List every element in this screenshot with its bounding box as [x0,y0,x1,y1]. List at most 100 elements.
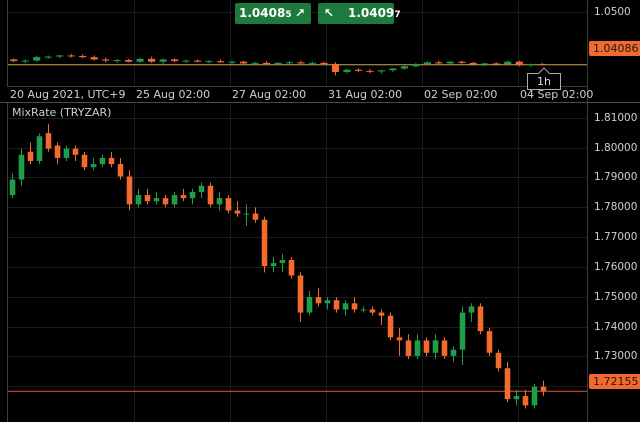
price-candle[interactable] [389,68,397,72]
price-candle[interactable] [527,63,535,67]
indicator-candle[interactable] [414,334,421,359]
price-candle[interactable] [297,60,305,64]
price-candle[interactable] [320,61,328,65]
indicator-candle[interactable] [36,133,43,165]
indicator-candle[interactable] [189,188,196,205]
indicator-candle[interactable] [540,380,547,397]
indicator-candle[interactable] [405,334,412,359]
price-candle[interactable] [136,57,144,63]
price-candle[interactable] [148,56,156,63]
indicator-candle[interactable] [396,328,403,356]
price-candle[interactable] [412,62,420,68]
indicator-candle[interactable] [432,334,439,359]
indicator-candle[interactable] [135,188,142,208]
indicator-candle[interactable] [207,182,214,208]
price-candle[interactable] [79,54,87,59]
price-candle[interactable] [205,60,213,64]
indicator-candle[interactable] [99,154,106,168]
indicator-candle[interactable] [216,191,223,211]
sell-button[interactable]: 1.04085 ↗ [235,3,311,24]
indicator-candle[interactable] [252,207,259,223]
indicator-candle[interactable] [315,287,322,307]
indicator-candle[interactable] [117,157,124,180]
indicator-candle[interactable] [261,216,268,273]
indicator-candle[interactable] [63,145,70,162]
price-candle[interactable] [67,53,75,58]
indicator-candle[interactable] [126,170,133,211]
price-candle[interactable] [90,55,98,61]
price-candle[interactable] [515,60,523,67]
indicator-candle[interactable] [162,195,169,208]
indicator-candle[interactable] [468,303,475,322]
indicator-candle[interactable] [324,297,331,310]
indicator-candle[interactable] [72,145,79,162]
indicator-candle[interactable] [531,383,538,409]
indicator-candle[interactable] [495,349,502,372]
indicator-candle[interactable] [270,256,277,273]
price-candle[interactable] [377,69,385,74]
price-candle[interactable] [458,60,466,64]
price-candle[interactable] [366,69,374,74]
indicator-candle[interactable] [423,337,430,356]
price-candle[interactable] [435,60,443,64]
indicator-candle[interactable] [306,290,313,316]
price-candle[interactable] [171,58,179,63]
price-candle[interactable] [216,59,225,63]
indicator-candle[interactable] [144,188,151,205]
indicator-candle[interactable] [441,337,448,359]
price-candle[interactable] [194,59,202,63]
indicator-candle[interactable] [342,300,349,316]
price-candle[interactable] [239,60,248,64]
price-candle[interactable] [354,68,362,72]
price-candle[interactable] [262,61,271,65]
price-candle[interactable] [102,57,110,63]
indicator-candle[interactable] [387,312,394,341]
indicator-candle[interactable] [90,157,97,171]
indicator-candle[interactable] [45,123,52,152]
buy-button[interactable]: ↖ 1.04097 [318,3,401,24]
indicator-candle[interactable] [27,142,34,165]
price-candle[interactable] [113,58,121,63]
indicator-candle[interactable] [225,195,232,214]
indicator-candle[interactable] [378,309,385,325]
indicator-candle[interactable] [333,297,340,313]
indicator-candle[interactable] [279,253,286,273]
price-candle[interactable] [33,56,41,62]
indicator-candle[interactable] [171,191,178,208]
candlestick-charts[interactable] [0,0,640,422]
indicator-candle[interactable] [477,303,484,335]
indicator-candle[interactable] [180,188,187,202]
indicator-candle[interactable] [9,173,16,199]
price-candle[interactable] [400,65,408,70]
price-candle[interactable] [285,61,294,64]
price-candle[interactable] [446,61,454,65]
indicator-candle[interactable] [504,362,511,403]
indicator-candle[interactable] [153,191,160,205]
indicator-candle[interactable] [198,182,205,199]
price-candle[interactable] [44,55,52,59]
price-candle[interactable] [125,58,133,63]
indicator-candle[interactable] [486,328,493,356]
indicator-candle[interactable] [459,306,466,366]
indicator-candle[interactable] [369,306,376,316]
indicator-candle[interactable] [297,272,304,322]
price-candle[interactable] [21,59,29,64]
indicator-candle[interactable] [81,151,88,171]
indicator-candle[interactable] [234,201,241,217]
price-candle[interactable] [56,54,64,59]
indicator-candle[interactable] [450,346,457,363]
indicator-candle[interactable] [18,148,25,186]
indicator-candle[interactable] [522,389,529,409]
indicator-candle[interactable] [513,389,520,406]
indicator-candle[interactable] [288,256,295,279]
price-candle[interactable] [10,58,18,63]
price-candle[interactable] [331,62,340,76]
indicator-candle[interactable] [360,306,367,313]
price-candle[interactable] [481,62,489,67]
indicator-candle[interactable] [243,204,250,226]
price-candle[interactable] [159,58,167,64]
indicator-candle[interactable] [351,297,358,313]
price-candle[interactable] [182,59,190,63]
price-candle[interactable] [228,60,236,64]
indicator-candle[interactable] [108,151,115,168]
